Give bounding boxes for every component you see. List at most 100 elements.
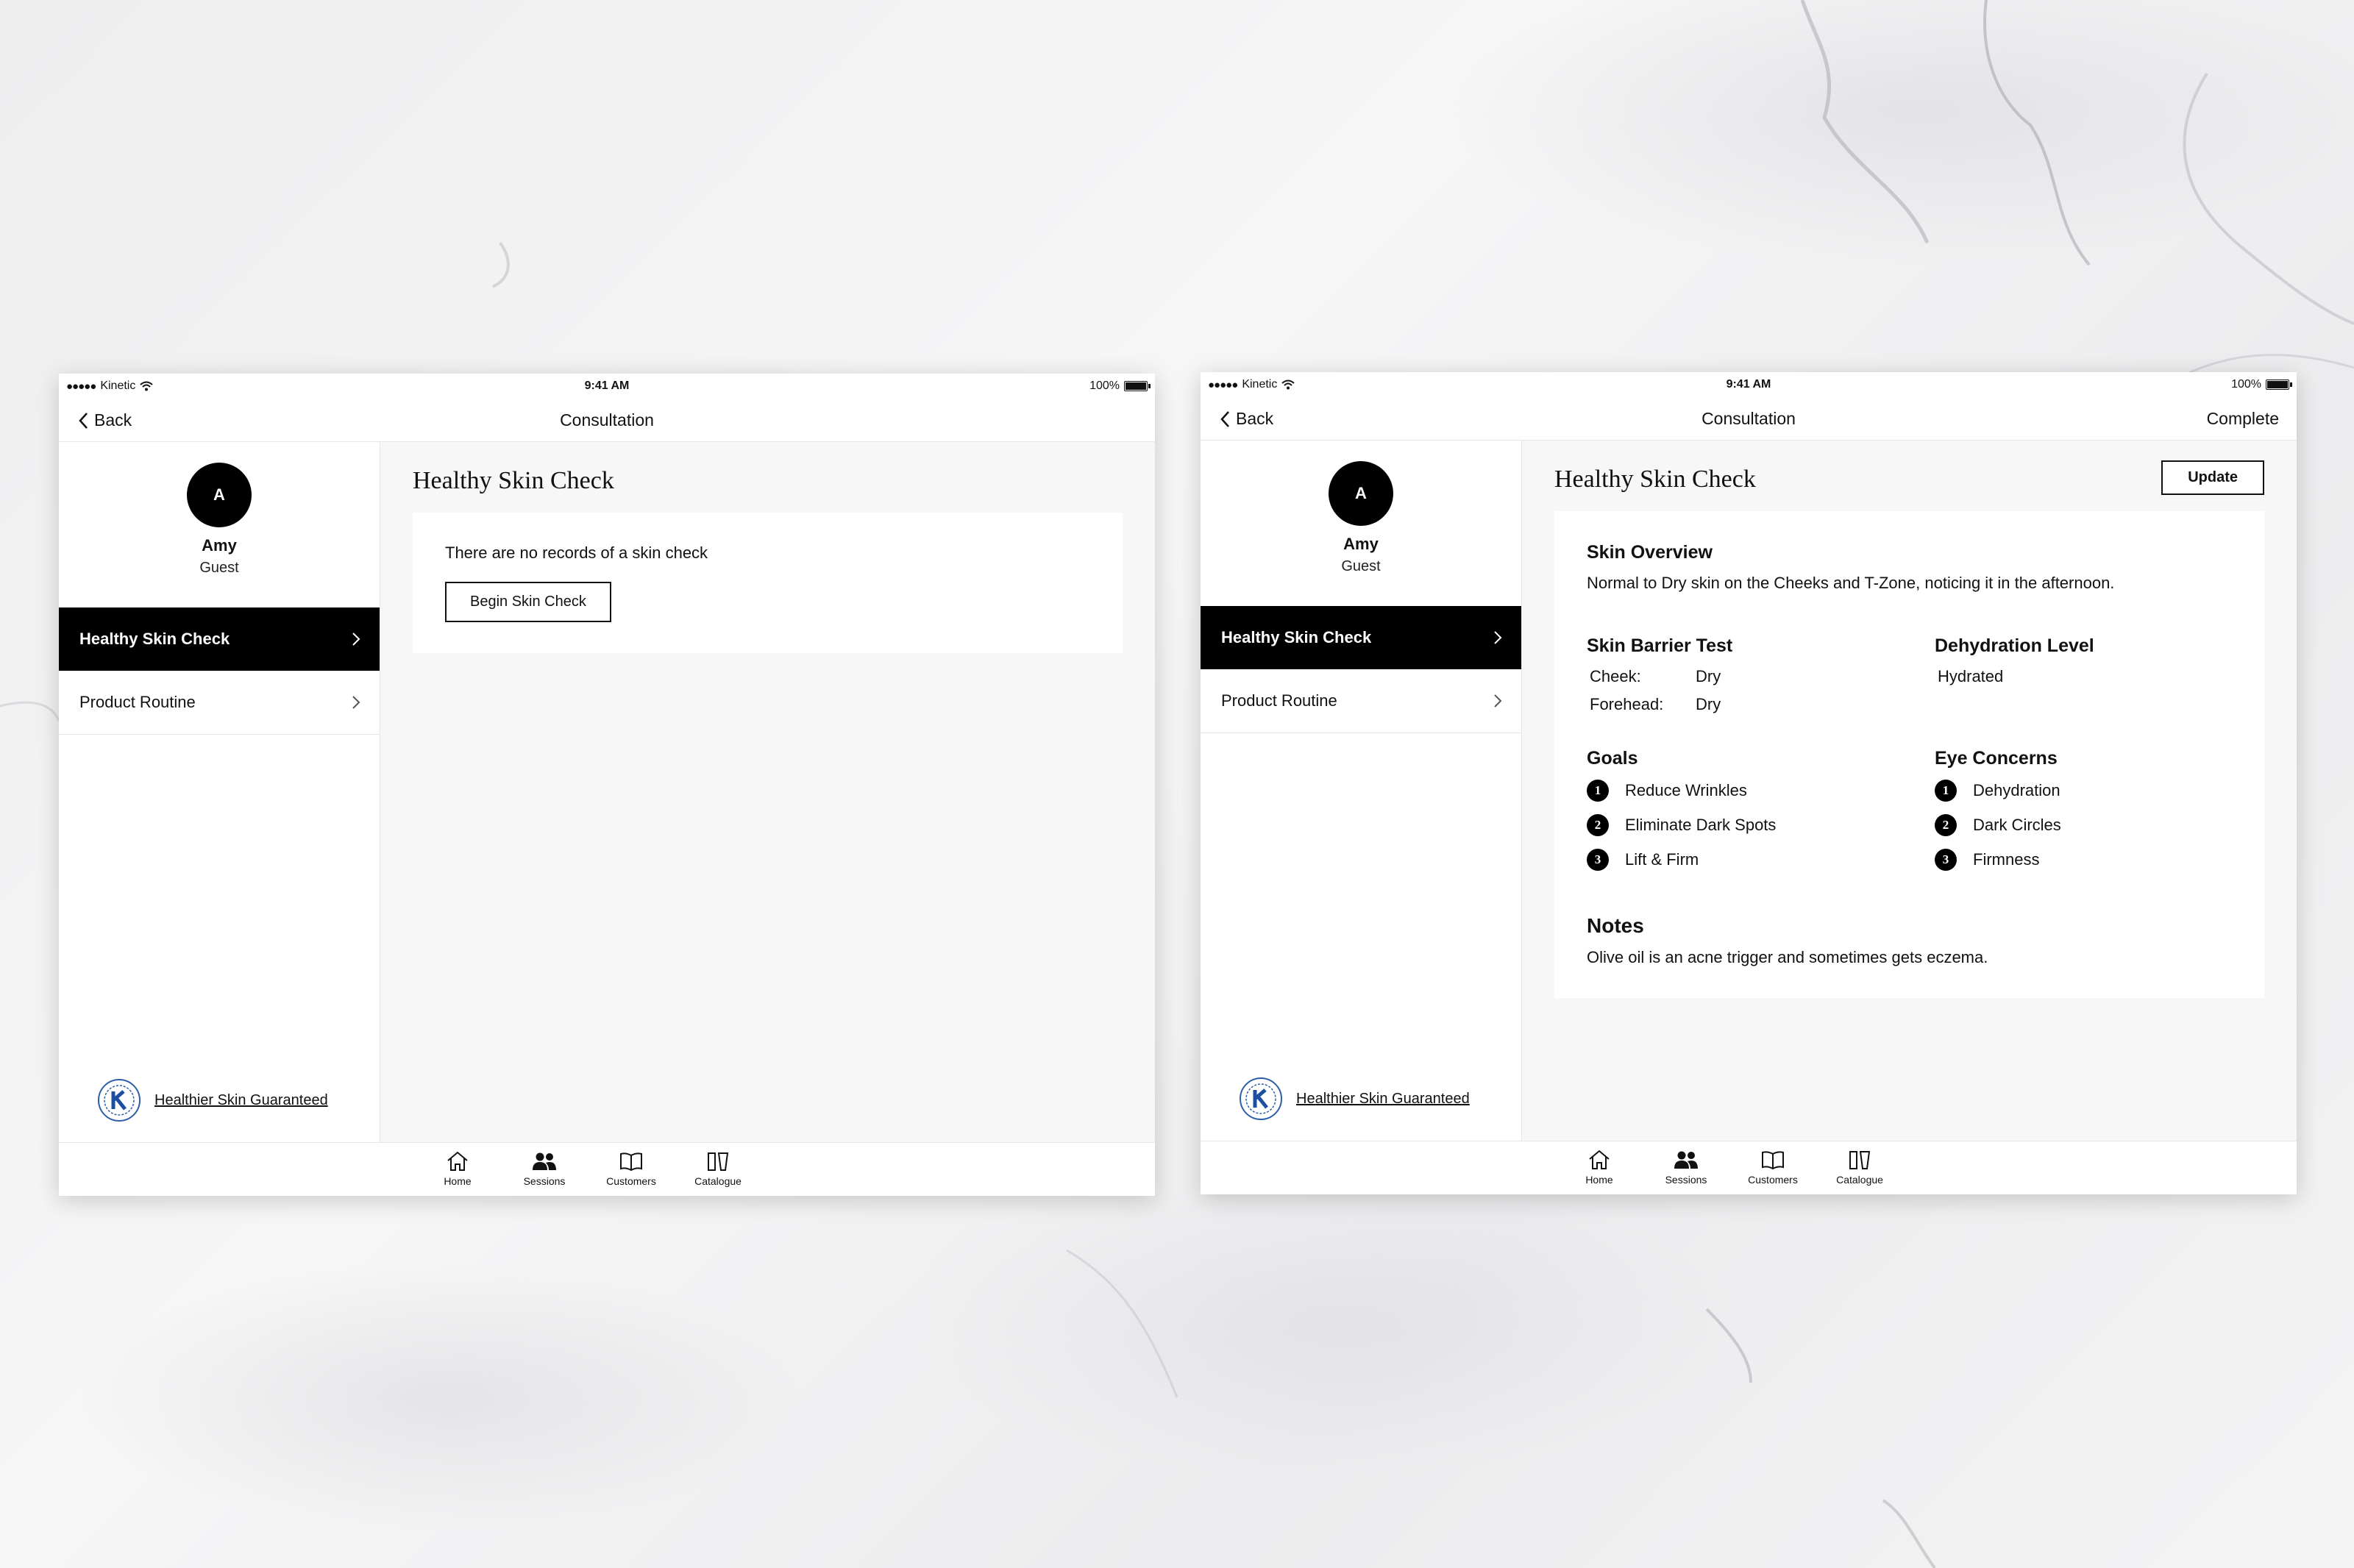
- tab-sessions[interactable]: Sessions: [1664, 1141, 1708, 1194]
- chevron-right-icon: [352, 632, 360, 646]
- guarantee-seal-icon: [1240, 1077, 1282, 1120]
- tab-home[interactable]: Home: [435, 1143, 480, 1196]
- book-icon: [620, 1152, 642, 1172]
- goals-section: Goals 1 Reduce Wrinkles 2 Eliminate Dark S…: [1587, 748, 1935, 883]
- sessions-icon: [1674, 1151, 1698, 1169]
- eye-concern-label: Dehydration: [1973, 781, 2060, 799]
- tab-catalogue[interactable]: Catalogue: [694, 1143, 742, 1196]
- list-item: 2 Eliminate Dark Spots: [1587, 814, 1935, 836]
- navigation-bar: Back Consultation Complete: [1201, 396, 2297, 441]
- empty-state-text: There are no records of a skin check: [445, 544, 708, 562]
- profile-role: Guest: [199, 560, 239, 576]
- eye-concerns-section: Eye Concerns 1 Dehydration 2 Dark Circles …: [1935, 748, 2232, 883]
- number-badge: 1: [1935, 780, 1957, 802]
- avatar: A: [1329, 461, 1393, 526]
- number-badge: 2: [1587, 814, 1609, 836]
- eye-concerns-title: Eye Concerns: [1935, 748, 2058, 769]
- sidebar-item-product-routine[interactable]: Product Routine: [59, 671, 380, 735]
- tab-label: Customers: [606, 1175, 656, 1187]
- battery-percent: 100%: [2231, 378, 2261, 391]
- empty-state-card: There are no records of a skin check Beg…: [413, 513, 1123, 653]
- page-title: Healthy Skin Check: [1554, 466, 1756, 493]
- sessions-icon: [533, 1152, 556, 1170]
- home-icon: [1589, 1150, 1610, 1169]
- tab-bar: Home Sessions Customers Catalogue: [59, 1142, 1155, 1196]
- barrier-value: Dry: [1696, 667, 1721, 685]
- complete-button[interactable]: Complete: [2207, 409, 2279, 429]
- nav-title: Consultation: [1702, 409, 1796, 428]
- notes-text: Olive oil is an acne trigger and sometim…: [1587, 948, 1988, 966]
- goal-label: Lift & Firm: [1625, 850, 1699, 869]
- sidebar-item-healthy-skin-check[interactable]: Healthy Skin Check: [1201, 606, 1521, 669]
- book-icon: [1762, 1151, 1784, 1170]
- sidebar: A Amy Guest Healthy Skin Check Product R…: [1201, 441, 1522, 1141]
- barrier-label: Cheek:: [1590, 667, 1641, 685]
- status-bar: ●●●●● Kinetic 9:41 AM 100%: [1201, 372, 2297, 396]
- tab-label: Sessions: [1665, 1174, 1707, 1186]
- sidebar-item-label: Product Routine: [79, 693, 196, 711]
- list-item: 3 Firmness: [1935, 849, 2232, 871]
- chevron-right-icon: [1494, 694, 1502, 708]
- begin-skin-check-button[interactable]: Begin Skin Check: [445, 582, 611, 622]
- tab-label: Home: [444, 1175, 472, 1187]
- update-button[interactable]: Update: [2161, 460, 2264, 495]
- number-badge: 3: [1587, 849, 1609, 871]
- main-content: Healthy Skin Check There are no records …: [380, 442, 1155, 1143]
- sidebar-item-label: Product Routine: [1221, 691, 1337, 710]
- profile-name: Amy: [202, 536, 237, 555]
- tablet-screen-empty: ●●●●● Kinetic 9:41 AM 100% Back Consulta…: [59, 374, 1155, 1196]
- list-item: 1 Reduce Wrinkles: [1587, 780, 1935, 802]
- skin-barrier-section: Skin Barrier Test Cheek: Dry Forehead: D…: [1587, 635, 1935, 714]
- chevron-right-icon: [1494, 631, 1502, 644]
- skin-check-results-card: Skin Overview Normal to Dry skin on the …: [1554, 511, 2264, 998]
- home-icon: [447, 1151, 468, 1171]
- main-content: Healthy Skin Check Update Skin Overview …: [1522, 441, 2297, 1141]
- tab-sessions[interactable]: Sessions: [522, 1143, 566, 1196]
- barrier-value: Dry: [1696, 695, 1721, 713]
- tab-label: Sessions: [523, 1175, 566, 1187]
- status-time: 9:41 AM: [584, 379, 630, 392]
- sidebar-item-label: Healthy Skin Check: [1221, 628, 1372, 646]
- guarantee-link[interactable]: Healthier Skin Guaranteed: [154, 1092, 328, 1109]
- avatar: A: [187, 463, 252, 527]
- goals-title: Goals: [1587, 748, 1638, 769]
- number-badge: 2: [1935, 814, 1957, 836]
- eye-concern-label: Dark Circles: [1973, 816, 2061, 834]
- dehydration-value: Hydrated: [1938, 667, 2004, 685]
- eye-concern-label: Firmness: [1973, 850, 2040, 869]
- dehydration-section: Dehydration Level Hydrated: [1935, 635, 2232, 714]
- goal-label: Reduce Wrinkles: [1625, 781, 1747, 799]
- battery-icon: [2266, 379, 2292, 390]
- sidebar-item-label: Healthy Skin Check: [79, 630, 230, 648]
- guarantee-link[interactable]: Healthier Skin Guaranteed: [1296, 1091, 1470, 1108]
- tab-customers[interactable]: Customers: [1748, 1141, 1798, 1194]
- list-item: 2 Dark Circles: [1935, 814, 2232, 836]
- sidebar-item-healthy-skin-check[interactable]: Healthy Skin Check: [59, 607, 380, 671]
- sidebar-item-product-routine[interactable]: Product Routine: [1201, 669, 1521, 733]
- tab-customers[interactable]: Customers: [606, 1143, 656, 1196]
- goal-label: Eliminate Dark Spots: [1625, 816, 1777, 834]
- notes-title: Notes: [1587, 914, 1644, 937]
- skin-overview-title: Skin Overview: [1587, 542, 1713, 563]
- tab-label: Catalogue: [694, 1175, 742, 1187]
- navigation-bar: Back Consultation: [59, 397, 1155, 442]
- chevron-right-icon: [352, 696, 360, 709]
- sidebar: A Amy Guest Healthy Skin Check Product R…: [59, 442, 380, 1143]
- tab-catalogue[interactable]: Catalogue: [1836, 1141, 1883, 1194]
- barrier-label: Forehead:: [1590, 695, 1664, 713]
- number-badge: 3: [1935, 849, 1957, 871]
- status-time: 9:41 AM: [1726, 378, 1771, 391]
- tab-label: Home: [1585, 1174, 1613, 1186]
- profile-name: Amy: [1343, 535, 1379, 553]
- catalogue-icon: [708, 1152, 729, 1171]
- notes-section: Notes Olive oil is an acne trigger and s…: [1587, 914, 2232, 967]
- number-badge: 1: [1587, 780, 1609, 802]
- tab-label: Catalogue: [1836, 1174, 1883, 1186]
- tab-bar: Home Sessions Customers Catalogue: [1201, 1141, 2297, 1194]
- dehydration-title: Dehydration Level: [1935, 635, 2094, 656]
- tab-home[interactable]: Home: [1577, 1141, 1621, 1194]
- list-item: 3 Lift & Firm: [1587, 849, 1935, 871]
- page-title: Healthy Skin Check: [413, 467, 614, 494]
- tablet-screen-results: ●●●●● Kinetic 9:41 AM 100% Back Consulta…: [1201, 372, 2297, 1194]
- skin-barrier-title: Skin Barrier Test: [1587, 635, 1733, 656]
